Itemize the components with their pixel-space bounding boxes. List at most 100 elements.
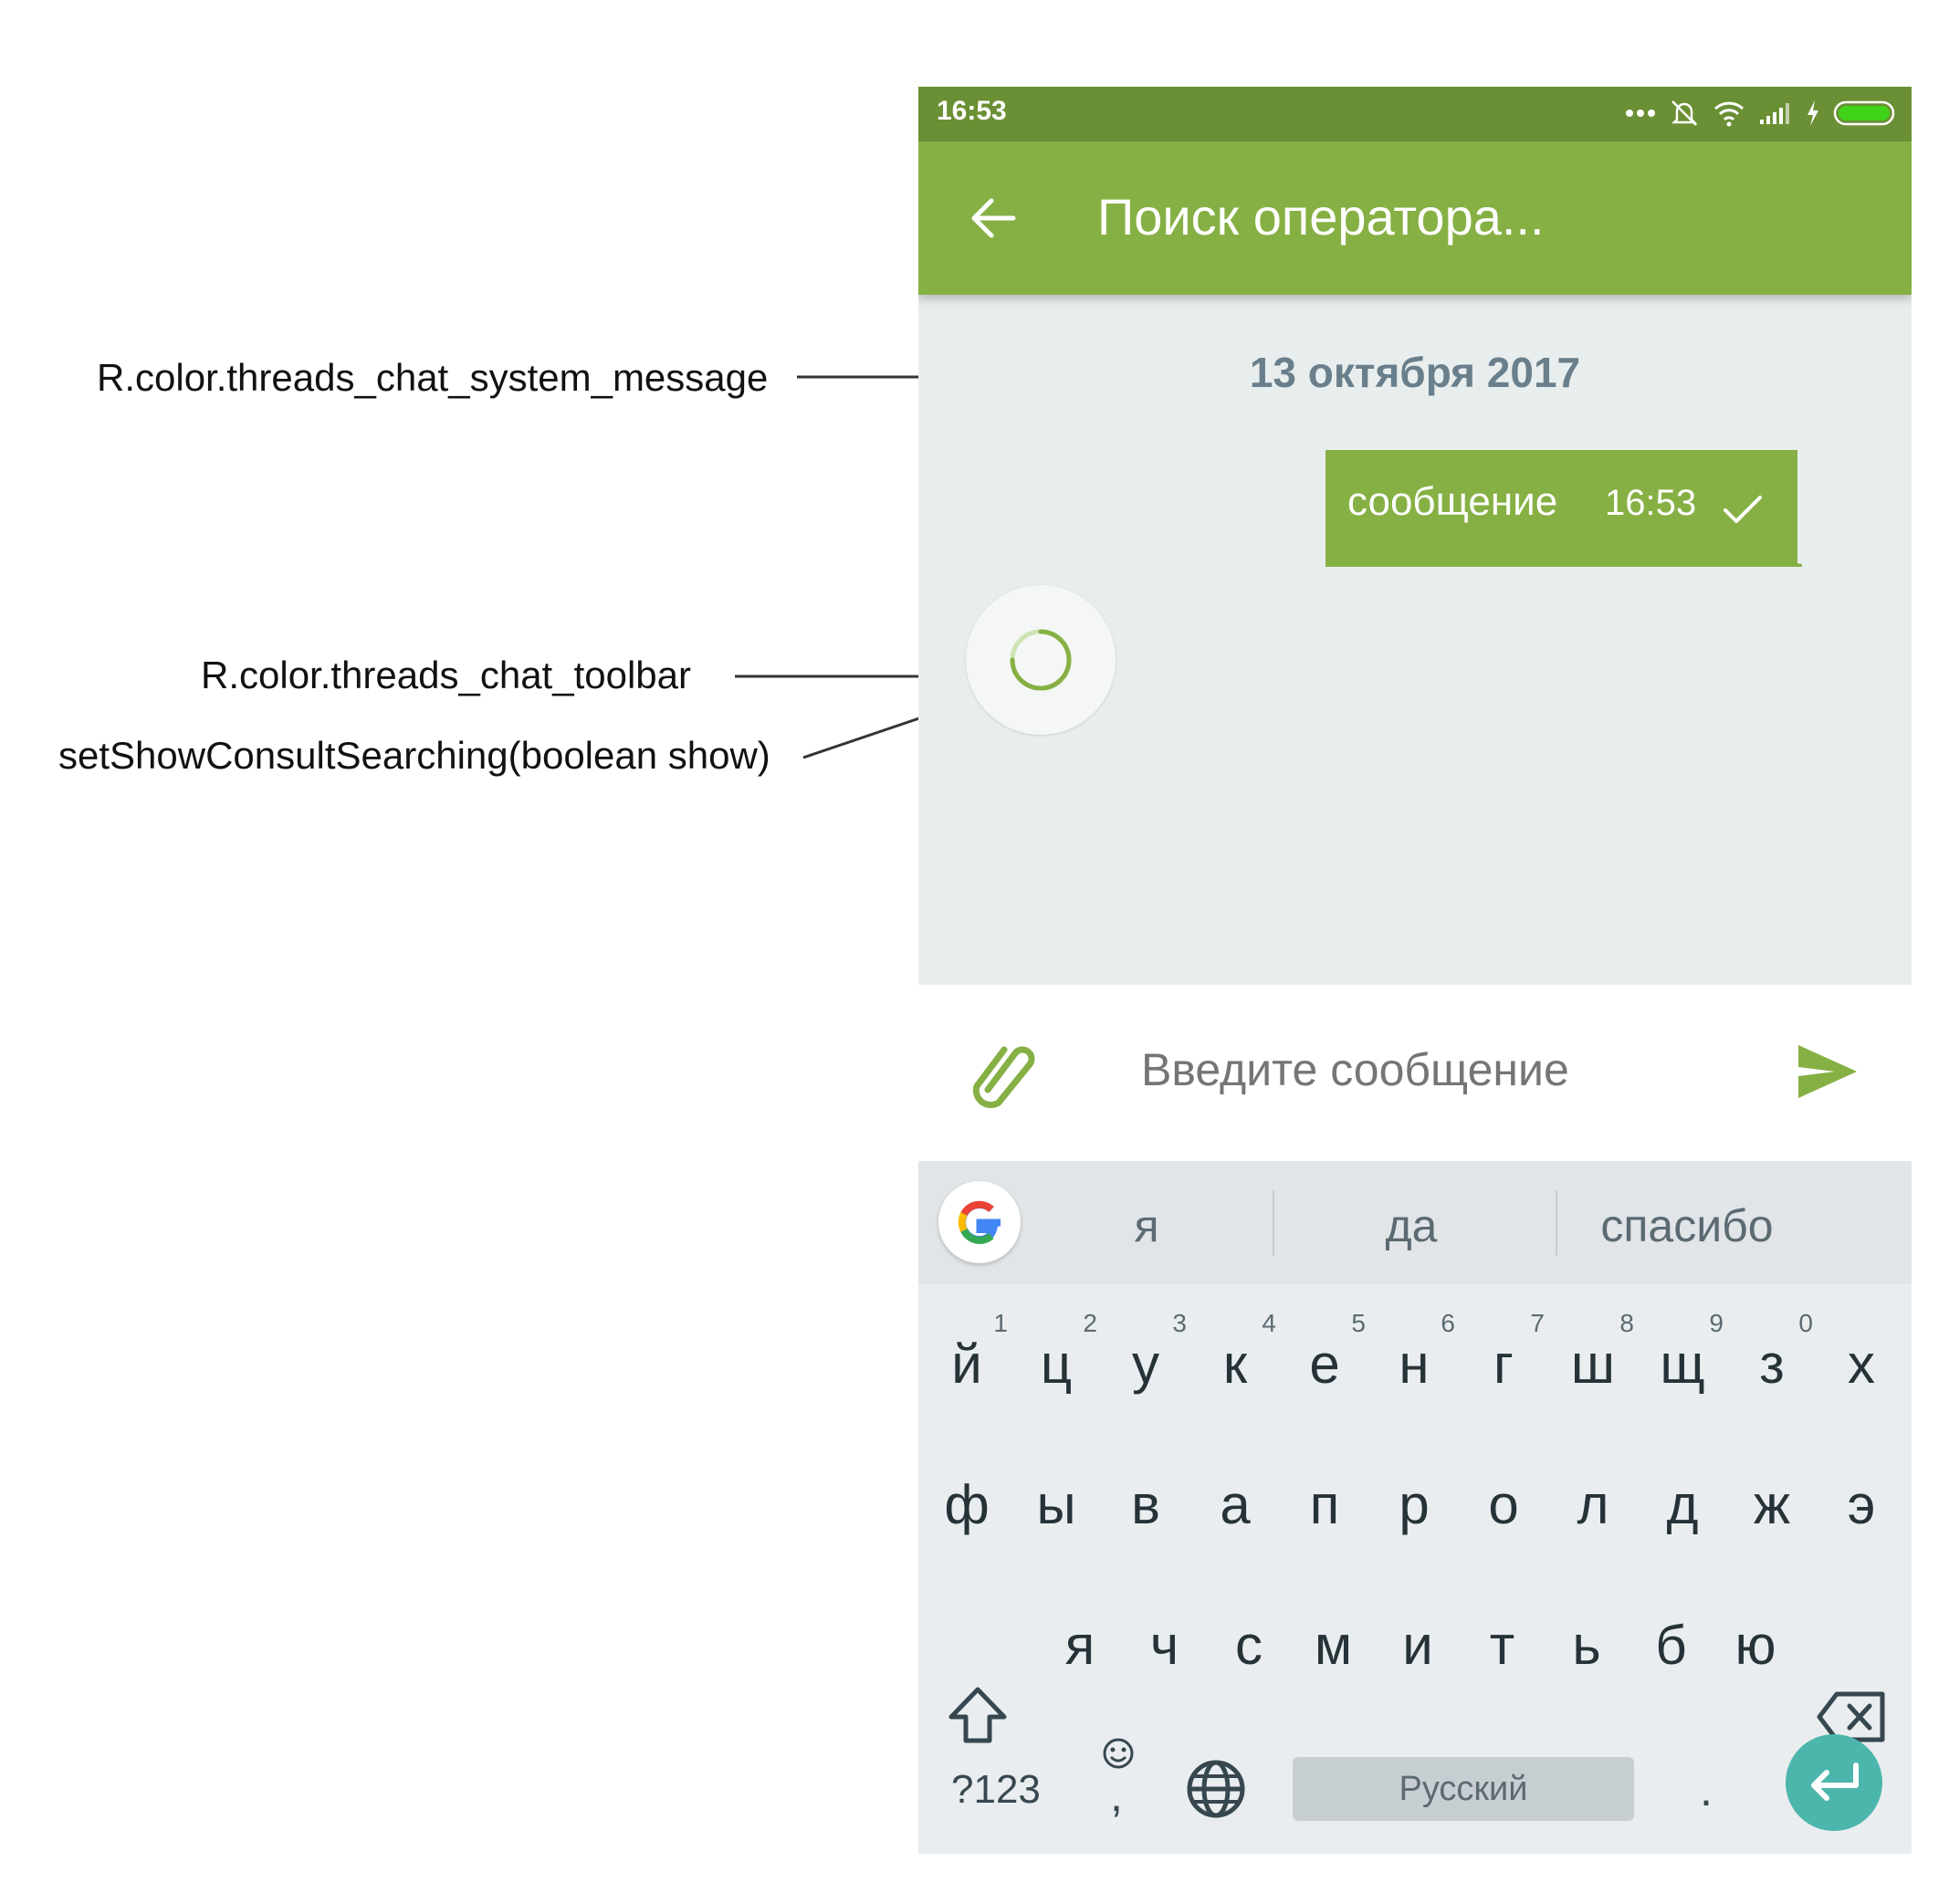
key-letter: я [1064, 1615, 1095, 1676]
keyboard: я да спасибо й1ц2у3к4е5н6г7ш8щ9з0хфывапр… [918, 1161, 1912, 1854]
emoji-icon [1103, 1738, 1134, 1769]
message-text: сообщение [1347, 479, 1558, 524]
key[interactable]: м [1289, 1590, 1378, 1690]
key-letter: ю [1734, 1615, 1776, 1676]
key-letter: ш [1570, 1334, 1616, 1395]
shift-icon[interactable] [946, 1684, 1010, 1748]
key-number-hint: 7 [1530, 1309, 1545, 1337]
key[interactable]: ы [1011, 1449, 1101, 1550]
key[interactable]: ю [1711, 1590, 1800, 1690]
key-number-hint: 2 [1083, 1309, 1097, 1337]
progress-spinner-icon [1010, 629, 1072, 691]
suggestion-word[interactable]: я [1092, 1199, 1201, 1252]
space-key[interactable]: Русский [1293, 1757, 1634, 1821]
annotation-toolbar-color: R.color.threads_chat_toolbar [201, 654, 691, 696]
message-input[interactable] [1141, 1043, 1689, 1096]
key-letter: щ [1660, 1334, 1705, 1395]
key-letter: г [1493, 1334, 1514, 1395]
key[interactable]: х [1817, 1309, 1906, 1409]
status-bar: 16:53 [918, 87, 1912, 141]
key-number-hint: 8 [1619, 1309, 1634, 1337]
key[interactable]: б [1627, 1590, 1716, 1690]
toolbar-title: Поиск оператора... [1097, 188, 1545, 246]
status-time: 16:53 [937, 96, 1007, 126]
key[interactable]: ч [1120, 1590, 1210, 1690]
suggestion-word[interactable]: да [1338, 1199, 1484, 1252]
key[interactable]: с [1204, 1590, 1294, 1690]
key[interactable]: л [1548, 1449, 1638, 1550]
key-letter: х [1848, 1334, 1875, 1395]
key[interactable]: е5 [1280, 1309, 1369, 1409]
key[interactable]: з0 [1727, 1309, 1817, 1409]
key[interactable]: п [1280, 1449, 1369, 1550]
key-letter: а [1220, 1474, 1251, 1535]
key[interactable]: и [1373, 1590, 1462, 1690]
key[interactable]: ь [1542, 1590, 1631, 1690]
key-letter: й [951, 1334, 982, 1395]
key-number-hint: 6 [1441, 1309, 1455, 1337]
key-letter: к [1222, 1334, 1248, 1395]
key-number-hint: 1 [993, 1309, 1008, 1337]
key-number-hint: 3 [1172, 1309, 1187, 1337]
bell-muted-icon [1671, 100, 1698, 126]
key[interactable]: в [1101, 1449, 1190, 1550]
key[interactable]: н6 [1369, 1309, 1459, 1409]
key[interactable]: г7 [1459, 1309, 1548, 1409]
suggestion-divider [1273, 1190, 1274, 1256]
check-icon [1724, 496, 1762, 523]
suggestion-word[interactable]: спасибо [1568, 1199, 1806, 1252]
key-letter: б [1655, 1615, 1687, 1676]
key[interactable]: ш8 [1548, 1309, 1638, 1409]
key[interactable]: ф [922, 1449, 1011, 1550]
back-arrow-icon[interactable] [966, 191, 1021, 246]
charging-icon [1808, 100, 1818, 126]
key-letter: е [1309, 1334, 1340, 1395]
symbols-key[interactable]: ?123 [951, 1767, 1041, 1813]
enter-arrow-icon [1811, 1763, 1859, 1801]
key-letter: ы [1036, 1474, 1076, 1535]
key-letter: д [1666, 1474, 1699, 1535]
key[interactable]: т [1458, 1590, 1547, 1690]
key-letter: л [1577, 1474, 1609, 1535]
key[interactable]: ж [1727, 1449, 1817, 1550]
key-letter: с [1235, 1615, 1263, 1676]
key[interactable]: ц2 [1011, 1309, 1101, 1409]
wifi-icon [1713, 101, 1745, 127]
key-letter: в [1131, 1474, 1160, 1535]
key[interactable]: о [1459, 1449, 1548, 1550]
annotation-system-message: R.color.threads_chat_system_message [97, 356, 769, 399]
key-letter: э [1847, 1474, 1876, 1535]
outgoing-message-bubble[interactable]: сообщение 16:53 [1326, 450, 1802, 567]
chat-area: 13 октября 2017 сообщение 16:53 [918, 295, 1912, 985]
paperclip-icon[interactable] [969, 1035, 1035, 1108]
battery-icon [1833, 100, 1895, 126]
key-letter: р [1399, 1474, 1430, 1535]
enter-key[interactable] [1786, 1734, 1882, 1831]
google-button[interactable] [938, 1181, 1021, 1263]
globe-icon[interactable] [1185, 1758, 1247, 1820]
key[interactable]: р [1369, 1449, 1459, 1550]
key-number-hint: 0 [1798, 1309, 1813, 1337]
key-letter: ж [1753, 1474, 1791, 1535]
key-letter: и [1402, 1615, 1433, 1676]
key-letter: м [1314, 1615, 1353, 1676]
system-message-date: 13 октября 2017 [1249, 349, 1581, 396]
key-number-hint: 4 [1262, 1309, 1276, 1337]
key[interactable]: щ9 [1638, 1309, 1727, 1409]
annotation-consult-searching: setShowConsultSearching(boolean show) [58, 734, 770, 777]
key[interactable]: д [1638, 1449, 1727, 1550]
more-dots-icon [1626, 110, 1655, 117]
key-number-hint: 5 [1351, 1309, 1366, 1337]
comma-key[interactable]: , [1110, 1769, 1123, 1822]
key[interactable]: а [1190, 1449, 1280, 1550]
key[interactable]: у3 [1101, 1309, 1190, 1409]
suggestion-strip: я да спасибо [918, 1161, 1912, 1284]
key[interactable]: э [1817, 1449, 1906, 1550]
send-icon[interactable] [1795, 1041, 1860, 1102]
key[interactable]: я [1035, 1590, 1125, 1690]
key-number-hint: 9 [1709, 1309, 1724, 1337]
key[interactable]: й1 [922, 1309, 1011, 1409]
phone-screen: 16:53 Поиск оператора... 13 октября 2017… [918, 87, 1912, 1854]
key[interactable]: к4 [1190, 1309, 1280, 1409]
period-key[interactable]: . [1700, 1763, 1713, 1816]
